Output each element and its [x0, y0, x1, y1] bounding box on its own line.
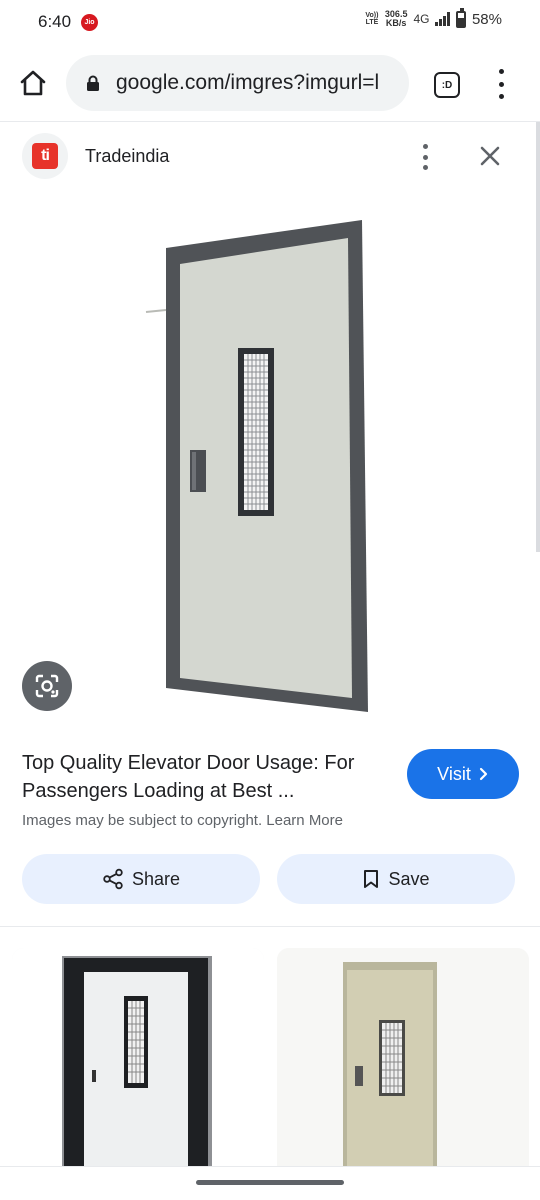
status-bar: 6:40 Jio Vo)) LTE 306.5 KB/s 4G 58% — [0, 0, 540, 44]
source-logo[interactable]: ti — [22, 133, 68, 179]
browser-toolbar: google.com/imgres?imgurl=l :D — [0, 52, 540, 116]
volte-indicator: Vo)) LTE — [365, 12, 379, 26]
elevator-door-image[interactable] — [130, 200, 390, 720]
save-button[interactable]: Save — [277, 854, 515, 904]
copyright-note[interactable]: Images may be subject to copyright. Lear… — [22, 812, 343, 829]
related-image-card[interactable] — [277, 948, 529, 1178]
scrollbar[interactable] — [536, 122, 540, 552]
save-label: Save — [388, 868, 430, 889]
battery-level: 58% — [471, 10, 502, 28]
related-door-image — [277, 948, 529, 1178]
share-button[interactable]: Share — [22, 854, 260, 904]
lens-icon — [35, 674, 59, 698]
visit-label: Visit — [437, 763, 471, 784]
net-speed: 306.5 KB/s — [385, 10, 408, 28]
home-icon[interactable] — [18, 68, 48, 98]
status-time: 6:40 — [38, 12, 72, 31]
visit-button[interactable]: Visit — [407, 749, 519, 799]
status-indicators: Vo)) LTE 306.5 KB/s 4G 58% — [365, 7, 502, 28]
battery-icon — [455, 7, 466, 28]
network-type: 4G — [413, 12, 430, 26]
carrier-badge: Jio — [81, 14, 98, 31]
browser-menu-icon[interactable] — [491, 69, 511, 99]
google-lens-button[interactable] — [22, 661, 72, 711]
related-image-card[interactable] — [12, 948, 264, 1178]
share-icon — [103, 868, 123, 890]
net-speed-unit: KB/s — [385, 18, 407, 28]
section-divider — [0, 926, 540, 927]
url-text: google.com/imgres?imgurl=l — [116, 71, 380, 94]
signal-icon — [435, 12, 450, 26]
gesture-handle[interactable] — [196, 1180, 344, 1185]
close-icon[interactable] — [476, 142, 504, 170]
tab-switcher-button[interactable]: :D — [434, 72, 460, 98]
address-bar[interactable]: google.com/imgres?imgurl=l — [66, 55, 409, 111]
related-door-image — [12, 948, 264, 1178]
bookmark-icon — [364, 870, 379, 888]
tradeindia-logo: ti — [32, 143, 58, 169]
lock-icon — [87, 75, 99, 91]
source-name[interactable]: Tradeindia — [85, 146, 169, 167]
share-label: Share — [131, 868, 181, 889]
result-title[interactable]: Top Quality Elevator Door Usage: For Pas… — [22, 749, 382, 805]
more-options-icon[interactable] — [416, 144, 434, 170]
toolbar-divider — [0, 121, 540, 122]
chevron-right-icon — [479, 767, 487, 781]
